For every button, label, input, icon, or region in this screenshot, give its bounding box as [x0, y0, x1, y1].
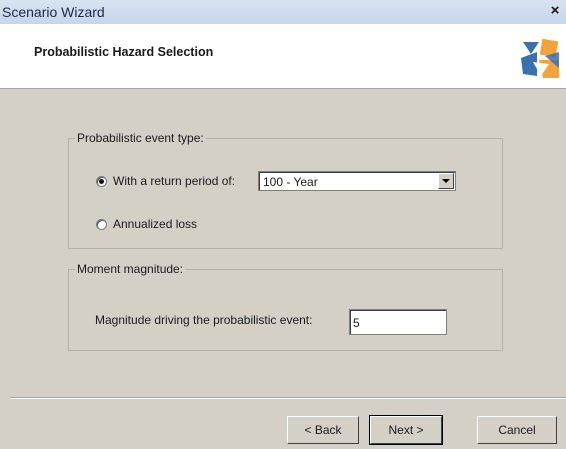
magnitude-input[interactable]: 5: [349, 309, 447, 335]
magnitude-group: Moment magnitude: Magnitude driving the …: [68, 262, 503, 351]
wizard-logo-icon: [521, 38, 559, 78]
page-title: Probabilistic Hazard Selection: [34, 45, 214, 59]
event-type-group: Probabilistic event type: With a return …: [68, 131, 503, 249]
footer-divider: [10, 397, 566, 399]
magnitude-legend: Moment magnitude:: [77, 262, 184, 276]
back-button[interactable]: < Back: [287, 416, 359, 444]
event-type-legend: Probabilistic event type:: [77, 131, 204, 145]
chevron-down-icon[interactable]: [438, 173, 454, 189]
wizard-header: Probabilistic Hazard Selection: [0, 24, 566, 89]
wizard-body: Probabilistic event type: With a return …: [0, 89, 566, 449]
title-bar: Scenario Wizard ×: [0, 0, 566, 24]
cancel-button[interactable]: Cancel: [477, 416, 557, 444]
return-period-label: With a return period of:: [113, 174, 236, 188]
return-period-option[interactable]: With a return period of:: [96, 174, 235, 188]
annualized-loss-label: Annualized loss: [113, 217, 198, 231]
close-icon[interactable]: ×: [547, 3, 563, 19]
annualized-loss-option[interactable]: Annualized loss: [96, 217, 197, 231]
annualized-loss-radio[interactable]: [96, 218, 107, 230]
return-period-value: 100 - Year: [263, 175, 318, 189]
return-period-radio[interactable]: [96, 175, 107, 187]
next-button[interactable]: Next >: [369, 415, 443, 445]
return-period-select[interactable]: 100 - Year: [258, 171, 456, 191]
window-title: Scenario Wizard: [2, 4, 105, 20]
magnitude-field-label: Magnitude driving the probabilistic even…: [95, 313, 313, 327]
